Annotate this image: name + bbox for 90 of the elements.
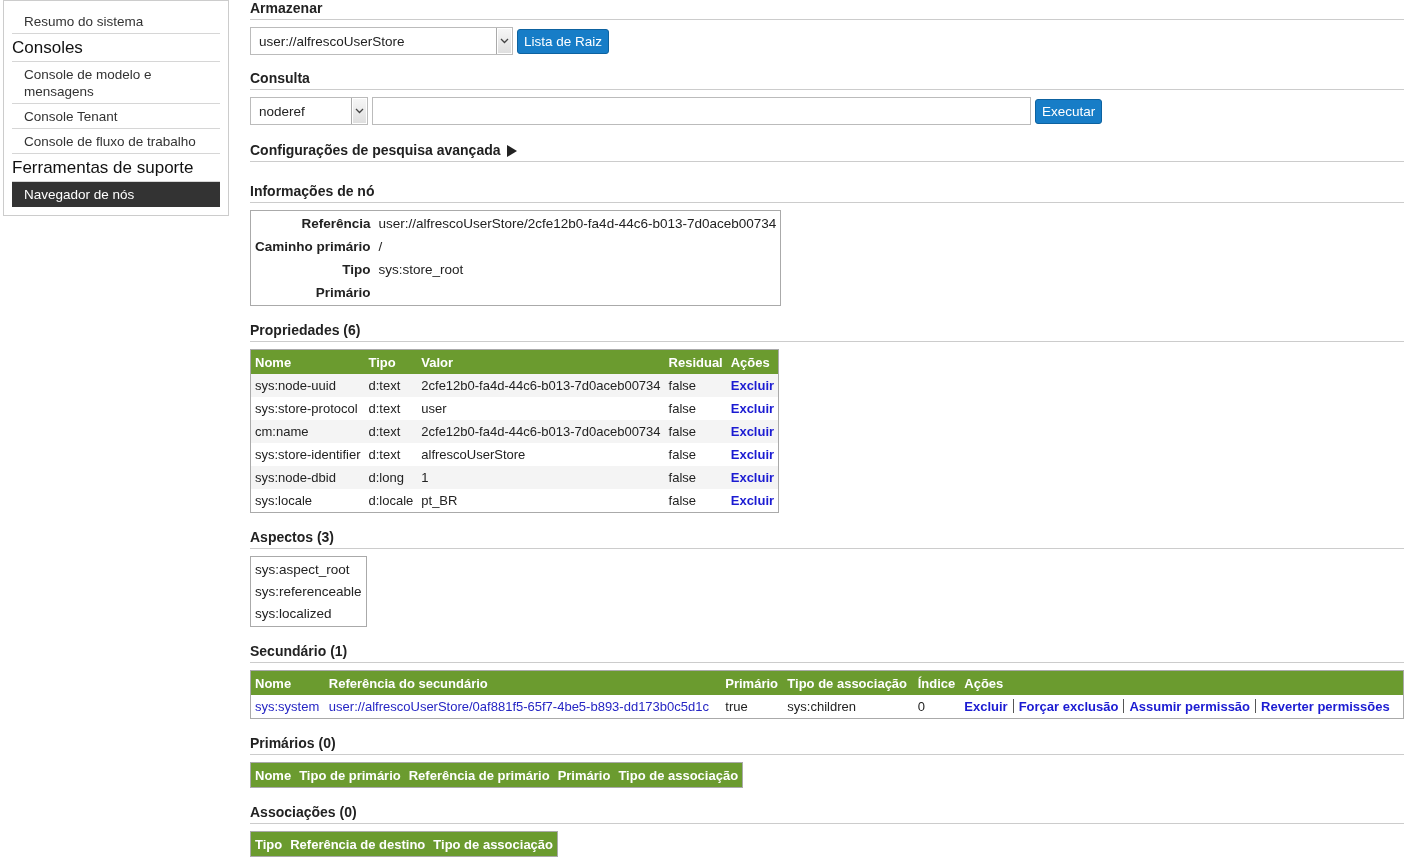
- association-type: sys:children: [783, 695, 914, 719]
- property-name: cm:name: [250, 420, 365, 443]
- data-type: d:locale: [364, 489, 418, 513]
- data-type: d:text: [364, 420, 418, 443]
- column-header: Primário: [553, 762, 615, 788]
- field-value: user://alfrescoUserStore/2cfe12b0-fa4d-44c6-b013-7d0aceb00734: [378, 215, 777, 233]
- column-header: Tipo de associação: [783, 670, 914, 695]
- delete-link[interactable]: Excluir: [730, 424, 775, 439]
- column-header: Referência do secundário: [324, 670, 722, 695]
- property-value: 1: [417, 466, 665, 489]
- sidebar-link[interactable]: Console de modelo e mensagens: [12, 62, 220, 104]
- caret-icon: [351, 98, 367, 124]
- action-link[interactable]: Reverter permissões: [1261, 699, 1390, 714]
- action-link[interactable]: Forçar exclusão: [1018, 699, 1119, 714]
- section-heading: Informações de nó: [250, 183, 375, 200]
- section-heading: Aspectos (3): [250, 529, 335, 546]
- section-heading: Armazenar: [250, 0, 323, 17]
- residual-value: false: [664, 374, 727, 397]
- data-type: d:text: [364, 443, 418, 466]
- property-value: 2cfe12b0-fa4d-44c6-b013-7d0aceb00734: [417, 374, 665, 397]
- property-name: sys:store-protocol: [250, 397, 365, 420]
- delete-link[interactable]: Excluir: [730, 493, 775, 508]
- sidebar-link[interactable]: Console de fluxo de trabalho: [12, 129, 220, 154]
- data-type: d:long: [364, 466, 418, 489]
- delete-link[interactable]: Excluir: [730, 401, 775, 416]
- child-reference-link[interactable]: user://alfrescoUserStore/0af881f5-65f7-4be5-b893-dd173b0c5d1c: [328, 699, 709, 714]
- column-header: Tipo de associação: [614, 762, 743, 788]
- property-value: 2cfe12b0-fa4d-44c6-b013-7d0aceb00734: [417, 420, 665, 443]
- field-value: /: [378, 238, 384, 256]
- column-header: Ações: [726, 349, 779, 374]
- section-heading: Secundário (1): [250, 643, 348, 660]
- property-name: sys:store-identifier: [250, 443, 365, 466]
- delete-link[interactable]: Excluir: [730, 470, 775, 485]
- property-name: sys:locale: [250, 489, 365, 513]
- residual-value: false: [664, 489, 727, 513]
- field-label: Referência: [300, 215, 371, 233]
- action-link[interactable]: Assumir permissão: [1129, 699, 1251, 714]
- query-language-select[interactable]: noderef: [250, 97, 368, 125]
- data-type: d:text: [364, 374, 418, 397]
- sidebar-link[interactable]: Navegador de nós: [12, 182, 220, 207]
- field-label: Primário: [314, 284, 371, 302]
- sidebar-link[interactable]: Console Tenant: [12, 104, 220, 129]
- property-value: pt_BR: [417, 489, 665, 513]
- column-header: Índice: [913, 670, 961, 695]
- property-name: sys:node-dbid: [250, 466, 365, 489]
- query-input-field[interactable]: [372, 97, 1031, 125]
- delete-link[interactable]: Excluir: [730, 447, 775, 462]
- column-header: Tipo: [250, 831, 287, 857]
- primary-value: true: [721, 695, 784, 719]
- field-label: Tipo: [341, 261, 371, 279]
- column-header: Ações: [960, 670, 1404, 695]
- column-header: Primário: [721, 670, 784, 695]
- child-name-link[interactable]: sys:system: [255, 699, 320, 714]
- section-heading: Associações (0): [250, 804, 357, 821]
- aspect-name: sys:referenceable: [255, 583, 362, 601]
- data-type: d:text: [364, 397, 418, 420]
- column-header: Valor: [417, 349, 665, 374]
- property-name: sys:node-uuid: [250, 374, 365, 397]
- residual-value: false: [664, 397, 727, 420]
- residual-value: false: [664, 420, 727, 443]
- property-value: alfrescoUserStore: [417, 443, 665, 466]
- column-header: Tipo de primário: [295, 762, 405, 788]
- section-heading: Consulta: [250, 70, 310, 87]
- field-value: sys:store_root: [378, 261, 465, 279]
- column-header: Referência de primário: [404, 762, 554, 788]
- sidebar-heading: Consoles: [12, 34, 220, 62]
- column-header: Tipo: [364, 349, 418, 374]
- advanced-search-toggle[interactable]: Configurações de pesquisa avançada: [250, 142, 517, 159]
- store-select[interactable]: user://alfrescoUserStore: [250, 27, 513, 55]
- action-link[interactable]: Excluir: [964, 699, 1008, 714]
- aspect-name: sys:aspect_root: [255, 561, 351, 579]
- column-header: Tipo de associação: [429, 831, 558, 857]
- column-header: Nome: [250, 349, 365, 374]
- delete-link[interactable]: Excluir: [730, 378, 775, 393]
- index-value: 0: [913, 695, 961, 719]
- field-label: Caminho primário: [255, 238, 371, 256]
- column-header: Nome: [250, 762, 296, 788]
- section-heading: Primários (0): [250, 735, 336, 752]
- column-header: Residual: [664, 349, 727, 374]
- residual-value: false: [664, 443, 727, 466]
- property-value: user: [417, 397, 665, 420]
- execute-button[interactable]: Executar: [1035, 98, 1103, 124]
- sidebar-link[interactable]: Resumo do sistema: [12, 9, 220, 34]
- section-heading: Propriedades (6): [250, 322, 361, 339]
- column-header: Nome: [250, 670, 325, 695]
- column-header: Referência de destino: [286, 831, 430, 857]
- aspect-name: sys:localized: [255, 605, 333, 623]
- caret-icon: [496, 28, 512, 54]
- residual-value: false: [664, 466, 727, 489]
- root-list-button[interactable]: Lista de Raiz: [517, 28, 610, 54]
